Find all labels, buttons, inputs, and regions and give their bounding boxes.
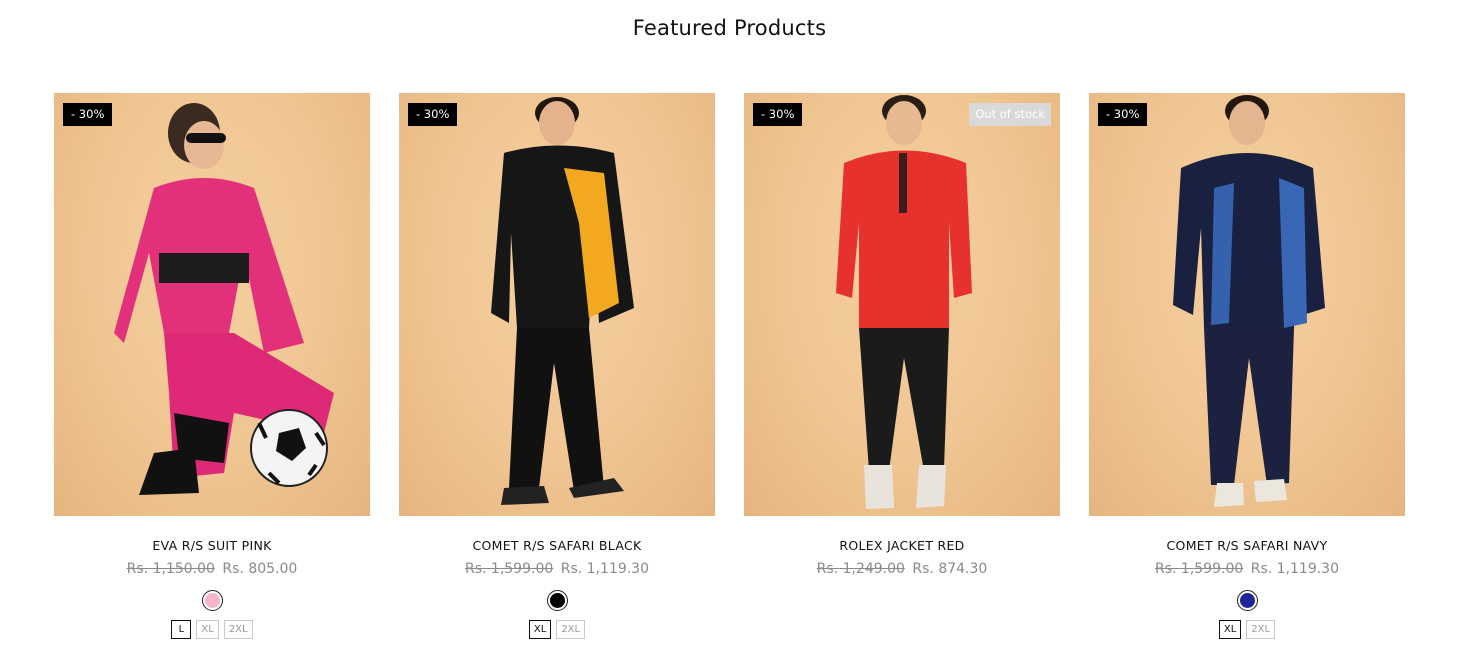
- model-red-jacket-icon: [836, 95, 972, 509]
- price-row: Rs. 1,599.00 Rs. 1,119.30: [1089, 560, 1405, 578]
- price-compare: Rs. 1,249.00: [816, 561, 905, 577]
- out-of-stock-badge: Out of stock: [969, 103, 1051, 126]
- price-compare: Rs. 1,599.00: [1155, 561, 1244, 577]
- product-card-comet-black[interactable]: - 30% COMET R/S SAFARI BLACK Rs. 1,599.0…: [399, 93, 715, 639]
- size-option-2xl[interactable]: 2XL: [556, 620, 586, 639]
- discount-badge: - 30%: [753, 103, 803, 126]
- model-pink-rainsuit-icon: [114, 103, 334, 495]
- section-title: Featured Products: [632, 16, 827, 40]
- price-row: Rs. 1,599.00 Rs. 1,119.30: [399, 560, 715, 578]
- product-title[interactable]: ROLEX JACKET RED: [744, 538, 1060, 554]
- price-sale: Rs. 1,119.30: [560, 561, 649, 577]
- price-sale: Rs. 805.00: [222, 561, 298, 577]
- price-sale: Rs. 874.30: [912, 561, 988, 577]
- product-image[interactable]: - 30%: [1089, 93, 1405, 516]
- size-options: L XL 2XL: [54, 620, 370, 639]
- discount-badge: - 30%: [408, 103, 458, 126]
- product-title[interactable]: EVA R/S SUIT PINK: [54, 538, 370, 554]
- size-option-2xl[interactable]: 2XL: [1246, 620, 1276, 639]
- model-black-yellow-rainsuit-icon: [491, 97, 634, 505]
- size-option-2xl[interactable]: 2XL: [223, 620, 253, 639]
- color-swatch-navy[interactable]: [1236, 590, 1258, 611]
- discount-badge: - 30%: [63, 103, 113, 126]
- color-swatch-pink[interactable]: [201, 590, 223, 611]
- size-option-xl[interactable]: XL: [1218, 620, 1242, 639]
- discount-badge: - 30%: [1098, 103, 1148, 126]
- model-navy-rainsuit-icon: [1173, 95, 1325, 507]
- price-compare: Rs. 1,150.00: [126, 561, 215, 577]
- product-card-comet-navy[interactable]: - 30% COMET R/S SAFARI NAVY Rs. 1,599.00…: [1089, 93, 1405, 639]
- color-swatch-black[interactable]: [546, 590, 568, 611]
- product-image[interactable]: - 30% Out of stock: [744, 93, 1060, 516]
- price-compare: Rs. 1,599.00: [465, 561, 554, 577]
- price-row: Rs. 1,249.00 Rs. 874.30: [744, 560, 1060, 578]
- size-options: XL 2XL: [399, 620, 715, 639]
- size-options: XL 2XL: [1089, 620, 1405, 639]
- product-card-rolex-red[interactable]: - 30% Out of stock ROLEX JACKET RED Rs. …: [744, 93, 1060, 578]
- price-sale: Rs. 1,119.30: [1250, 561, 1339, 577]
- product-image[interactable]: - 30%: [54, 93, 370, 516]
- product-title[interactable]: COMET R/S SAFARI BLACK: [399, 538, 715, 554]
- product-image[interactable]: - 30%: [399, 93, 715, 516]
- size-option-xl[interactable]: XL: [196, 620, 219, 639]
- product-title[interactable]: COMET R/S SAFARI NAVY: [1089, 538, 1405, 554]
- product-card-eva-pink[interactable]: - 30% EVA R/S SUIT PINK Rs. 1,150.00 Rs.…: [54, 93, 370, 639]
- price-row: Rs. 1,150.00 Rs. 805.00: [54, 560, 370, 578]
- size-option-l[interactable]: L: [171, 620, 192, 639]
- size-option-xl[interactable]: XL: [528, 620, 552, 639]
